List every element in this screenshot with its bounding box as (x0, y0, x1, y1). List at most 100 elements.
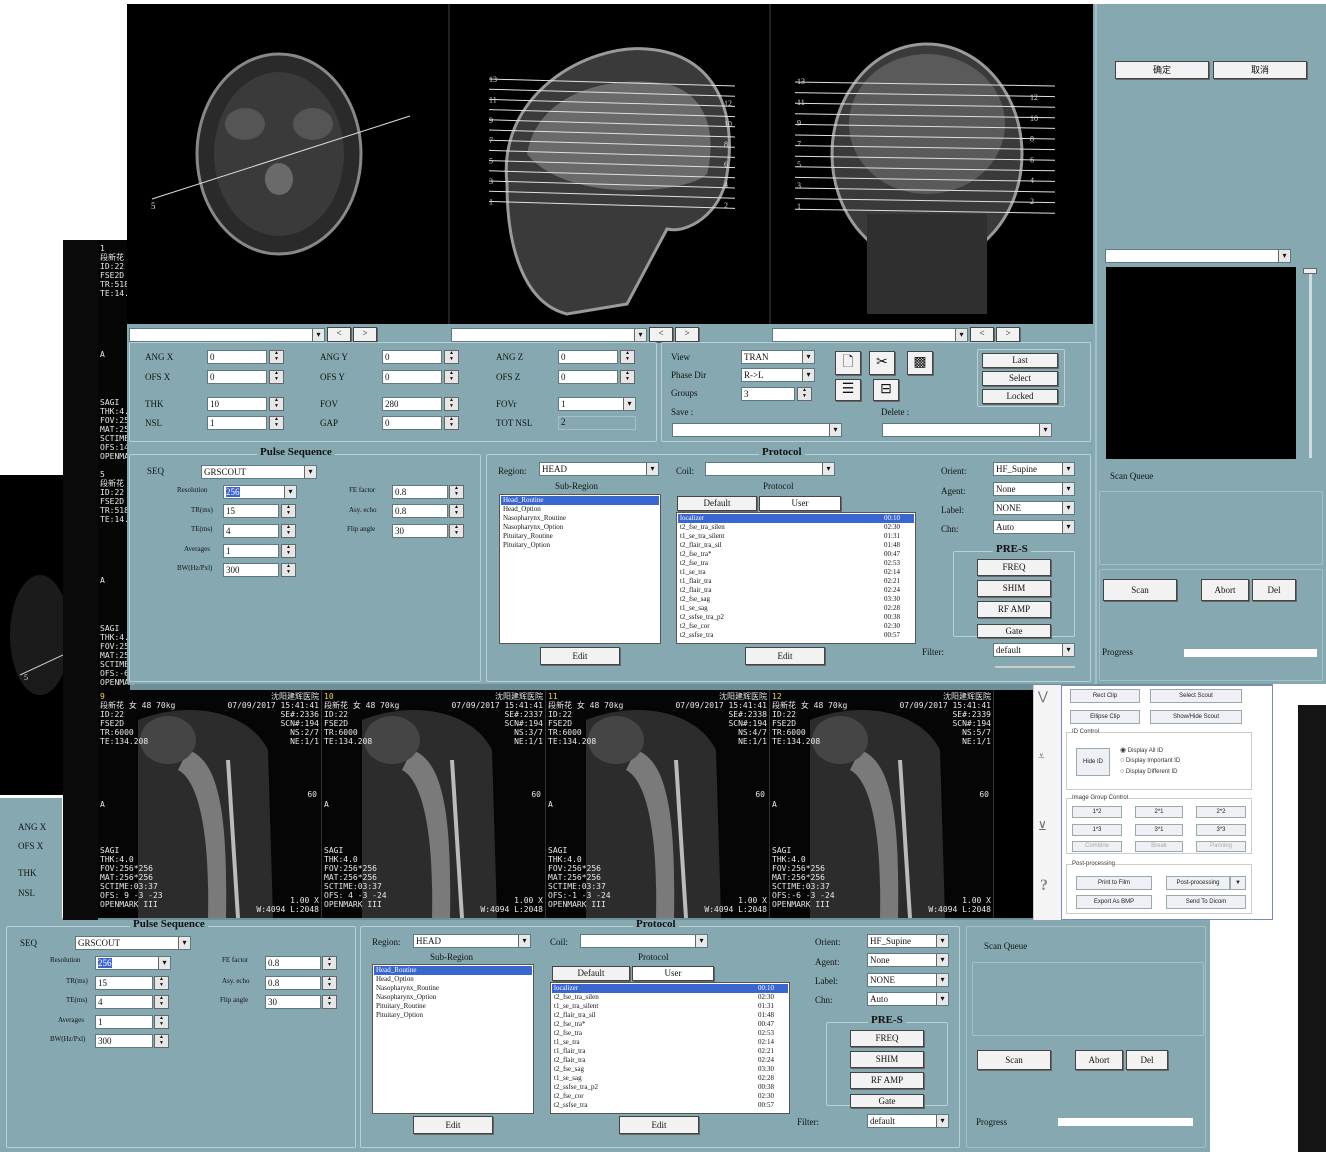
shim-button-2[interactable]: SHIM (850, 1051, 924, 1068)
preview-slider-thumb[interactable] (1303, 268, 1317, 274)
protocol-edit-button-2[interactable]: Edit (619, 1116, 699, 1134)
groups-field[interactable]: 3 (741, 387, 795, 401)
te-stepper-2[interactable]: ▲ ▼ (154, 995, 169, 1009)
protocol-item[interactable]: t2_fse_tra* 00:47 (678, 550, 914, 559)
display-different-id-radio[interactable]: ○ Display Different ID (1120, 768, 1177, 775)
scissors-icon[interactable]: ✂ (869, 351, 895, 375)
coronal-next-button[interactable]: > (996, 327, 1020, 342)
asy-field-2[interactable]: 0.8 (265, 976, 321, 990)
select-scout-button[interactable]: Select Scout (1150, 689, 1242, 703)
thk-field[interactable]: 10 (207, 397, 267, 411)
fov-field[interactable]: 280 (382, 397, 442, 411)
region-select-2[interactable]: HEAD (413, 934, 531, 948)
post-processing-dropdown-icon[interactable]: ▼ (1230, 876, 1246, 890)
export-bmp-button[interactable]: Export As BMP (1076, 895, 1152, 909)
scout-viewport[interactable]: 5 13 11 9 7 5 3 1 12 10 8 6 4 2 13 11 9 7 5 3 1 12 10 8 6 4 2 (127, 4, 1093, 324)
te-field-2[interactable]: 4 (95, 995, 153, 1009)
select-button[interactable]: Select (982, 371, 1058, 386)
label-select-2[interactable]: NONE (867, 973, 949, 987)
ang-z-stepper[interactable]: ▲ ▼ (620, 350, 635, 364)
chn-select[interactable]: Auto (993, 520, 1075, 534)
subregion-list-2[interactable]: Head_Routine Head_Option Nasopharynx_Routi… (372, 964, 534, 1114)
te-stepper[interactable]: ▲ ▼ (281, 524, 296, 538)
ang-y-field[interactable]: 0 (382, 350, 442, 364)
protocol-item[interactable]: t1_flair_tra 02:21 (552, 1047, 788, 1056)
fe-field-2[interactable]: 0.8 (265, 956, 321, 970)
sagittal-next-button[interactable]: > (675, 327, 699, 342)
subregion-item[interactable]: Nasopharynx_Option (374, 993, 532, 1002)
subregion-item[interactable]: Pituitary_Option (374, 1011, 532, 1020)
freq-button-2[interactable]: FREQ (850, 1030, 924, 1047)
flip-stepper-2[interactable]: ▲ ▼ (322, 995, 337, 1009)
protocol-item[interactable]: t2_fse_sag 03:30 (552, 1065, 788, 1074)
view-select[interactable]: TRAN (741, 350, 815, 364)
break-button[interactable]: Break (1135, 841, 1183, 852)
cancel-button[interactable]: 取消 (1213, 61, 1307, 79)
flip-stepper[interactable]: ▲ ▼ (449, 524, 464, 538)
fe-stepper-2[interactable]: ▲ ▼ (322, 956, 337, 970)
grid-3x1-button[interactable]: 3*1 (1135, 824, 1183, 836)
tr-stepper[interactable]: ▲ ▼ (281, 504, 296, 518)
new-file-icon[interactable]: 🗋 (835, 351, 861, 375)
hide-id-button[interactable]: Hide ID (1076, 748, 1110, 776)
fov-stepper[interactable]: ▲ ▼ (444, 397, 459, 411)
sagittal-series-select[interactable] (451, 328, 647, 342)
subregion-item[interactable]: Head_Option (374, 975, 532, 984)
protocol-item[interactable]: t2_flair_tra_sil 01:48 (552, 1011, 788, 1020)
axial-next-button[interactable]: > (353, 327, 377, 342)
send-to-dicom-button[interactable]: Send To Dicom (1166, 895, 1246, 909)
protocol-item[interactable]: t2_fse_tra* 00:47 (552, 1020, 788, 1029)
ang-x-field[interactable]: 0 (207, 350, 267, 364)
ofs-z-stepper[interactable]: ▲ ▼ (620, 370, 635, 384)
ang-x-stepper[interactable]: ▲ ▼ (269, 350, 284, 364)
delete-select[interactable] (882, 423, 1052, 437)
axial-series-select[interactable] (129, 328, 325, 342)
protocol-item[interactable]: t1_se_tra 02:14 (678, 568, 914, 577)
chn-select-2[interactable]: Auto (867, 992, 949, 1006)
grid-1x2-button[interactable]: 1*2 (1072, 806, 1122, 818)
ofs-y-field[interactable]: 0 (382, 370, 442, 384)
panning-button[interactable]: Panning (1196, 841, 1246, 852)
help-icon[interactable]: ? (1040, 877, 1048, 895)
asy-field[interactable]: 0.8 (392, 504, 448, 518)
grid-3x3-button[interactable]: 3*3 (1196, 824, 1246, 836)
fe-stepper[interactable]: ▲ ▼ (449, 485, 464, 499)
locked-button[interactable]: Locked (982, 389, 1058, 404)
subregion-item[interactable]: Nasopharynx_Routine (374, 984, 532, 993)
gap-field[interactable]: 0 (382, 416, 442, 430)
nsl-stepper[interactable]: ▲ ▼ (269, 416, 284, 430)
gate-button[interactable]: Gate (977, 624, 1051, 638)
gate-button-2[interactable]: Gate (850, 1094, 924, 1108)
default-tab[interactable]: Default (677, 496, 757, 511)
protocol-item[interactable]: localizer 00:10 (678, 514, 914, 523)
te-field[interactable]: 4 (223, 524, 279, 538)
del-button[interactable]: Del (1252, 579, 1296, 601)
sagittal-prev-button[interactable]: < (649, 327, 673, 342)
filter-slider[interactable] (995, 666, 1075, 668)
coil-select-2[interactable] (580, 934, 708, 948)
subregion-item[interactable]: Head_Routine (374, 966, 532, 975)
protocol-item[interactable]: t2_flair_tra 02:24 (552, 1056, 788, 1065)
agent-select-2[interactable]: None (867, 953, 949, 967)
phase-dir-select[interactable]: R->L (741, 368, 815, 382)
seq-select[interactable]: GRSCOUT (201, 465, 317, 479)
ofs-x-field[interactable]: 0 (207, 370, 267, 384)
subregion-item[interactable]: Nasopharynx_Routine (501, 514, 659, 523)
ofs-x-stepper[interactable]: ▲ ▼ (269, 370, 284, 384)
groups-stepper[interactable]: ▲ ▼ (797, 387, 812, 401)
rect-clip-button[interactable]: Rect Clip (1070, 689, 1140, 703)
subregion-item[interactable]: Head_Option (501, 505, 659, 514)
protocol-item[interactable]: t2_flair_tra 02:24 (678, 586, 914, 595)
scan-button[interactable]: Scan (1103, 579, 1177, 601)
flip-field[interactable]: 30 (392, 524, 448, 538)
orient-select[interactable]: HF_Supine (993, 462, 1075, 476)
tr-field-2[interactable]: 15 (95, 976, 153, 990)
freq-button[interactable]: FREQ (977, 559, 1051, 576)
save-select[interactable] (672, 423, 842, 437)
protocol-item[interactable]: t1_flair_tra 02:21 (678, 577, 914, 586)
ok-button[interactable]: 确定 (1115, 61, 1209, 79)
grid-2x2-button[interactable]: 2*2 (1196, 806, 1246, 818)
gap-stepper[interactable]: ▲ ▼ (444, 416, 459, 430)
queue-filter-select[interactable] (1105, 249, 1291, 263)
protocol-item[interactable]: t2_ssfse_tra_p2 00:38 (678, 613, 914, 622)
